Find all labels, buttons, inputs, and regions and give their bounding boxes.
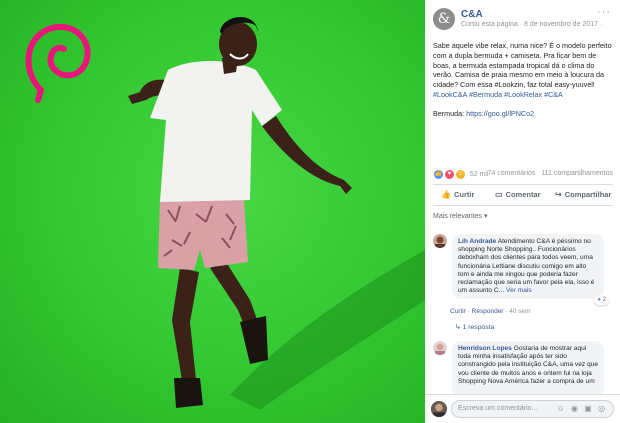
comment-sort-dropdown[interactable]: Mais relevantes ▾ — [433, 212, 487, 220]
post-link[interactable]: https://goo.gl/lPNCo2 — [466, 109, 534, 118]
reply-arrow-icon: ↳ — [455, 324, 463, 331]
share-button[interactable]: ↪ Compartilhar — [555, 190, 611, 199]
comment-author[interactable]: Henridson Lopes — [458, 345, 512, 352]
reaction-count[interactable]: 52 mil — [470, 171, 489, 178]
comment-reaction-count: 2 — [602, 297, 606, 304]
love-icon[interactable]: ♥ — [443, 169, 455, 180]
comment-bubble: Lih Andrade Atendimento C&A é péssimo no… — [452, 234, 609, 306]
comment-input-placeholder: Escreva um comentário... — [458, 405, 538, 412]
thumbs-up-icon: 👍 — [441, 190, 451, 199]
like-icon[interactable]: 👍 — [433, 169, 444, 180]
commenter-avatar[interactable] — [433, 341, 447, 355]
comment-label: Comentar — [505, 190, 541, 199]
divider — [433, 184, 613, 185]
share-count[interactable]: 111 compartilhamentos — [541, 170, 613, 177]
post-actions: 👍 Curtir ▭ Comentar ↪ Compartilhar — [433, 187, 613, 203]
comment-author[interactable]: Lih Andrade — [458, 238, 496, 245]
comment-time[interactable]: 40 sem — [509, 308, 530, 315]
like-button[interactable]: 👍 Curtir — [441, 190, 474, 199]
post-photo[interactable] — [0, 0, 425, 423]
reactions-bar: 👍 ♥ ☺ 52 mil 74 comentários 111 comparti… — [433, 169, 613, 181]
post-timestamp[interactable]: Curtiu esta página · 8 de novembro de 20… — [461, 21, 602, 28]
haha-icon[interactable]: ☺ — [454, 169, 466, 180]
comment-reply-link[interactable]: Responder — [472, 308, 504, 315]
comment-like-link[interactable]: Curtir — [450, 308, 466, 315]
user-avatar[interactable] — [431, 401, 447, 417]
post-side-panel: & C&A Curtiu esta página · 8 de novembro… — [425, 0, 620, 423]
like-label: Curtir — [453, 190, 475, 199]
comment-meta: Curtir · Responder · 40 sem — [450, 308, 531, 315]
commenter-avatar[interactable] — [433, 234, 447, 248]
post-photo-illustration — [25, 16, 425, 410]
comment-item: Lih Andrade Atendimento C&A é péssimo no… — [433, 234, 613, 306]
post-stats: 74 comentários 111 compartilhamentos — [488, 170, 613, 177]
page-name-link[interactable]: C&A — [461, 9, 483, 20]
more-options-icon[interactable]: ··· — [597, 6, 611, 18]
comment-button[interactable]: ▭ Comentar — [495, 190, 541, 199]
replies-label: 1 resposta — [462, 324, 495, 331]
brand-logo-icon — [25, 23, 91, 103]
post-link-prefix: Bermuda: — [433, 108, 467, 118]
view-replies-link[interactable]: ↳ 1 resposta — [455, 323, 494, 331]
comment-input[interactable]: Escreva um comentário... ☺ ◉ ▣ ◎ — [451, 400, 614, 418]
comment-bubble: Henridson Lopes Gostaria de mostrar aqui… — [452, 341, 604, 397]
write-comment-bar: Escreva um comentário... ☺ ◉ ▣ ◎ — [425, 394, 620, 423]
page-avatar[interactable]: & — [433, 8, 455, 30]
comment-tools-icons[interactable]: ☺ ◉ ▣ ◎ — [557, 401, 607, 417]
post-text: Sabe aquele vibe relax, numa nice? É o m… — [433, 41, 613, 119]
post-header: & C&A Curtiu esta página · 8 de novembro… — [433, 6, 613, 34]
post-hashtags[interactable]: #LookC&A #Bermuda #LookRelax #C&A — [433, 90, 563, 99]
comment-count[interactable]: 74 comentários — [488, 170, 536, 177]
comment-item: Henridson Lopes Gostaria de mostrar aqui… — [433, 341, 613, 397]
post-body: Sabe aquele vibe relax, numa nice? É o m… — [433, 41, 612, 90]
comment-text: Atendimento C&A é péssimo no shopping No… — [458, 238, 595, 295]
see-more-link[interactable]: Ver mais — [506, 287, 532, 294]
share-label: Compartilhar — [564, 190, 612, 199]
divider — [433, 205, 613, 206]
comment-reaction-badge[interactable]: ● 2 — [594, 295, 609, 306]
share-icon: ↪ — [555, 190, 562, 199]
comment-icon: ▭ — [495, 190, 503, 199]
